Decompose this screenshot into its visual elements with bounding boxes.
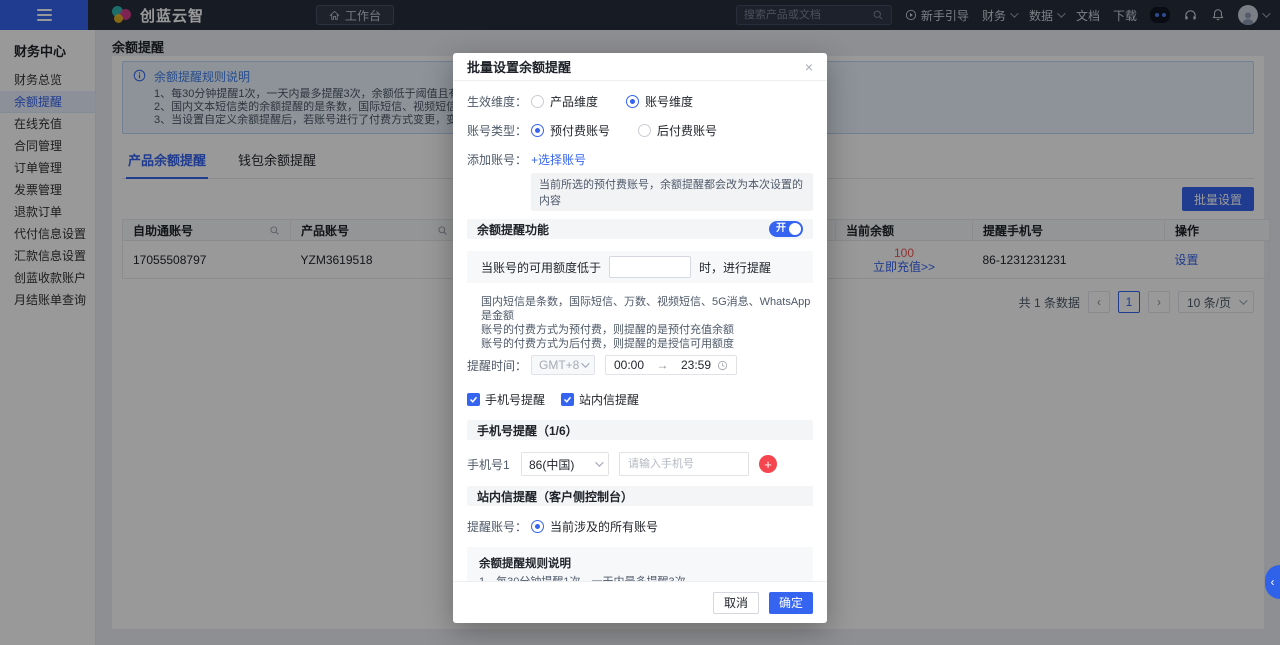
remind-time-row: 提醒时间： GMT+8 00:00 → 23:59 — [467, 355, 813, 375]
remind-account-label: 提醒账号： — [467, 520, 528, 534]
reminder-toggle[interactable]: 开 — [769, 221, 803, 237]
chevron-left-icon: ‹ — [1270, 575, 1275, 589]
end-time: 23:59 — [680, 358, 711, 372]
phone-section-title: 手机号提醒（1/6） — [477, 423, 578, 438]
dimension-label: 生效维度： — [467, 95, 528, 109]
threshold-notes: 国内短信是条数，国际短信、万数、视频短信、5G消息、WhatsApp是金额 账号… — [467, 295, 813, 351]
add-account-row: 添加账号： +选择账号 当前所选的预付费账号，余额提醒都会改为本次设置的内容 — [467, 151, 813, 211]
remind-time-label: 提醒时间： — [467, 358, 528, 373]
modal-footer: 取消 确定 — [453, 581, 827, 623]
radio-account-dimension[interactable]: 账号维度 — [626, 93, 693, 110]
add-account-note: 当前所选的预付费账号，余额提醒都会改为本次设置的内容 — [531, 173, 813, 211]
account-type-row: 账号类型： 预付费账号 后付费账号 — [467, 122, 813, 139]
checkbox-checked-icon — [467, 393, 480, 406]
threshold-row: 当账号的可用额度低于 时，进行提醒 — [467, 251, 813, 283]
radio-prepaid-account[interactable]: 预付费账号 — [531, 122, 610, 139]
modal-header: 批量设置余额提醒 × — [453, 53, 827, 81]
start-time: 00:00 — [614, 358, 645, 372]
phone-number-row: 手机号1 86(中国) + — [467, 452, 813, 476]
reminder-function-label: 余额提醒功能 — [477, 222, 550, 237]
time-arrow: → — [656, 358, 669, 372]
radio-icon — [531, 95, 544, 108]
cancel-button[interactable]: 取消 — [712, 591, 759, 614]
modal-rules-box: 余额提醒规则说明 1、每30分钟提醒1次，一天内最多提醒3次。 2、余额低于阈值… — [467, 547, 813, 581]
checkbox-inbox-reminder[interactable]: 站内信提醒 — [561, 391, 639, 408]
select-account-link[interactable]: +选择账号 — [531, 151, 813, 168]
remind-account-row: 提醒账号： 当前涉及的所有账号 — [467, 518, 813, 535]
confirm-button[interactable]: 确定 — [768, 591, 813, 614]
checkbox-checked-icon — [561, 393, 575, 406]
inbox-section-bar: 站内信提醒（客户侧控制台） — [467, 486, 813, 506]
dimension-row: 生效维度： 产品维度 账号维度 — [467, 93, 813, 110]
phone-section-bar: 手机号提醒（1/6） — [467, 420, 813, 440]
time-range-picker[interactable]: 00:00 → 23:59 — [605, 355, 737, 375]
modal-body: 生效维度： 产品维度 账号维度 账号类型： 预付费账号 后付费账号 添加账号： … — [453, 81, 827, 581]
threshold-input[interactable] — [609, 256, 692, 278]
phone-number-input[interactable] — [619, 452, 749, 476]
rules-title: 余额提醒规则说明 — [479, 558, 571, 570]
close-icon[interactable]: × — [805, 59, 813, 75]
radio-selected-icon — [531, 124, 544, 137]
threshold-suffix: 时，进行提醒 — [699, 260, 772, 275]
country-code-select[interactable]: 86(中国) — [521, 452, 609, 476]
clock-icon — [717, 360, 728, 371]
reminder-function-bar: 余额提醒功能 开 — [467, 219, 813, 239]
modal-title: 批量设置余额提醒 — [467, 60, 572, 75]
note-line: 账号的付费方式为后付费，则提醒的是授信可用额度 — [481, 338, 734, 350]
threshold-prefix: 当账号的可用额度低于 — [481, 260, 602, 275]
timezone-select[interactable]: GMT+8 — [531, 355, 595, 375]
account-type-label: 账号类型： — [467, 124, 528, 138]
channel-checkboxes: 手机号提醒 站内信提醒 — [467, 391, 813, 408]
radio-icon — [638, 124, 652, 137]
inbox-section-title: 站内信提醒（客户侧控制台） — [477, 489, 634, 504]
phone-row-label: 手机号1 — [467, 457, 510, 472]
radio-all-accounts[interactable]: 当前涉及的所有账号 — [531, 518, 658, 535]
note-line: 账号的付费方式为预付费，则提醒的是预付充值余额 — [481, 324, 734, 336]
checkbox-phone-reminder[interactable]: 手机号提醒 — [467, 391, 545, 408]
radio-postpaid-account[interactable]: 后付费账号 — [638, 122, 717, 139]
radio-selected-icon — [626, 95, 640, 108]
radio-selected-icon — [531, 520, 544, 533]
radio-product-dimension[interactable]: 产品维度 — [531, 93, 598, 110]
add-account-label: 添加账号： — [467, 153, 528, 167]
add-phone-button[interactable]: + — [759, 455, 777, 473]
chevron-down-icon — [581, 359, 590, 368]
batch-setting-modal: 批量设置余额提醒 × 生效维度： 产品维度 账号维度 账号类型： 预付费账号 后… — [453, 53, 827, 623]
chevron-down-icon — [595, 458, 604, 467]
note-line: 国内短信是条数，国际短信、万数、视频短信、5G消息、WhatsApp是金额 — [481, 296, 811, 322]
